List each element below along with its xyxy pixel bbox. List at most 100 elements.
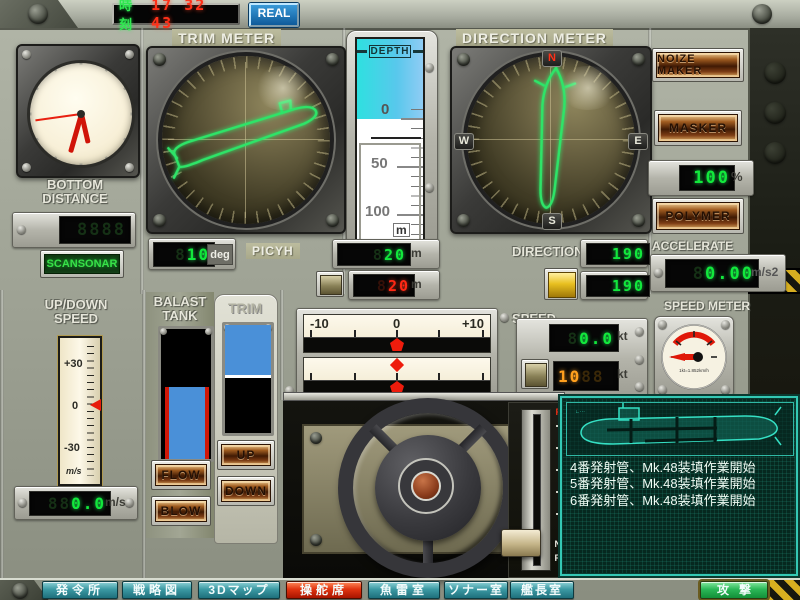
updown-line2: SPEED	[53, 311, 99, 327]
trim-up-button[interactable]: UP	[221, 444, 271, 466]
screw	[457, 53, 470, 66]
scale-tick	[310, 330, 312, 337]
bottom-left-bolt	[12, 583, 28, 599]
speed-green-dim: 8	[567, 328, 580, 348]
polymer-button[interactable]: POLYMER	[656, 202, 740, 230]
depth-target-value: 20	[383, 245, 406, 264]
nav-command-room[interactable]: 発令所	[42, 581, 118, 599]
screw	[153, 214, 166, 227]
heading-submarine-silhouette	[533, 60, 577, 210]
screw	[205, 328, 212, 335]
accelerate-dim: 8	[692, 263, 706, 284]
steering-wheel[interactable]	[338, 398, 518, 578]
hub-center-button[interactable]	[411, 471, 441, 501]
ballast-water	[165, 387, 209, 459]
pitch-dim: 8	[175, 245, 187, 264]
speed-button-frame	[521, 359, 549, 389]
scale-tick	[354, 373, 356, 380]
direction-ordered-value: 190	[611, 245, 645, 263]
trim-up-frame: UP	[217, 440, 275, 470]
scale-tick	[438, 330, 440, 337]
bottom-distance-display: 8888	[12, 212, 136, 248]
bridge-console: 時刻 17 32 43 REAL TRIM METER DEPTH 0 50 1…	[0, 0, 800, 600]
direction-yellow-button[interactable]	[548, 272, 576, 298]
nav-torpedo-room[interactable]: 魚雷室	[368, 581, 440, 599]
bottom-distance-line1: BOTTOM	[46, 177, 104, 192]
depth-title-row: DEPTH	[357, 45, 423, 58]
screw	[125, 163, 134, 172]
throttle-handle[interactable]	[501, 529, 541, 557]
blow-button[interactable]: BLOW	[155, 500, 207, 522]
nav-strategy-map[interactable]: 戦略図	[122, 581, 192, 599]
top-right-bolt	[752, 4, 772, 24]
speed-khaki-button[interactable]	[525, 363, 547, 387]
nav-sonar-room[interactable]: ソナー室	[444, 581, 508, 599]
submarine-schematic-drawing: ∟···	[575, 403, 782, 446]
depth-unit: m	[393, 223, 410, 237]
direction-current-display: 190	[580, 271, 650, 300]
depth-current-display: 8 20 m	[348, 270, 440, 300]
masker-charge-unit: %	[731, 169, 743, 184]
trim-tank-gauge	[222, 322, 274, 436]
updown-scale-minus: -30	[64, 442, 80, 454]
bottom-distance-label: BOTTOM DISTANCE	[30, 177, 120, 207]
knob	[764, 62, 786, 84]
clock-center	[77, 110, 85, 118]
submarine-schematic: ∟···	[566, 402, 794, 456]
direction-ordered-display: 190	[580, 239, 650, 268]
noize-maker-button[interactable]: NOIZE MAKER	[656, 52, 740, 78]
wheel-hub	[375, 435, 481, 541]
speed-panel: 8 0.0 kt 10 88 kt	[516, 318, 648, 400]
trim-panel-label: TRIM	[228, 300, 263, 316]
trim-meter-label: TRIM METER	[172, 29, 282, 47]
trim-water	[225, 325, 271, 378]
screw	[125, 498, 134, 507]
rudder-scale-zero: 0	[393, 316, 401, 331]
updown-scale-zero: 0	[72, 400, 79, 412]
clock-display: 時刻 17 32 43	[112, 0, 240, 32]
accelerate-unit: m/s2	[751, 265, 779, 279]
rudder-slider-top[interactable]: -10 0 +10	[303, 314, 491, 353]
screw	[326, 214, 339, 227]
trim-down-frame: DOWN	[217, 476, 275, 506]
nav-captain-room[interactable]: 艦長室	[510, 581, 574, 599]
ordered-diamond-marker	[389, 357, 405, 373]
screw	[22, 50, 31, 59]
nav-helm-station[interactable]: 操舵席	[286, 581, 362, 599]
screw	[654, 268, 663, 277]
depth-line-0	[401, 118, 423, 120]
updown-value: 0.0	[71, 494, 106, 513]
depth-current-lcd: 8 20	[353, 274, 415, 297]
updown-line1: UP/DOWN	[44, 297, 108, 312]
speed-orange-unit: kt	[617, 367, 628, 381]
compass-s: S	[542, 213, 562, 230]
speed-orange-lcd: 10 88	[553, 361, 619, 391]
screw	[160, 328, 167, 335]
scale-tick	[438, 373, 440, 380]
scale-tick	[482, 330, 484, 337]
top-left-bolt	[28, 4, 48, 24]
updown-gauge: +30 0 -30 m/s	[58, 336, 102, 486]
real-button[interactable]: REAL	[249, 3, 299, 27]
direction-button-frame	[544, 268, 578, 300]
scansonar-button[interactable]: SCANSONAR	[44, 254, 120, 274]
screw	[500, 313, 509, 322]
compass-e: E	[628, 133, 648, 150]
rudder-slider-bottom[interactable]	[303, 357, 491, 396]
flow-button[interactable]: FLOW	[155, 464, 207, 486]
ballast-line1: BALAST	[153, 294, 207, 309]
depth-target-display: 8 20 m	[332, 239, 440, 269]
trim-down-button[interactable]: DOWN	[221, 480, 271, 502]
masker-button[interactable]: MASKER	[658, 114, 738, 142]
attack-button[interactable]: 攻撃	[700, 581, 768, 599]
hub-inner-ring	[398, 458, 454, 514]
depth-khaki-button[interactable]	[320, 275, 342, 295]
message-line: 5番発射管、Mk.48装填作業開始	[570, 476, 756, 492]
schematic-marks: ∟···	[575, 409, 585, 415]
screw	[310, 534, 322, 546]
screw	[632, 53, 645, 66]
nav-3d-map[interactable]: 3Dマップ	[198, 581, 280, 599]
direction-ordered-lcd: 190	[586, 243, 650, 265]
screw	[326, 53, 339, 66]
depth-current-unit: m	[411, 277, 422, 291]
